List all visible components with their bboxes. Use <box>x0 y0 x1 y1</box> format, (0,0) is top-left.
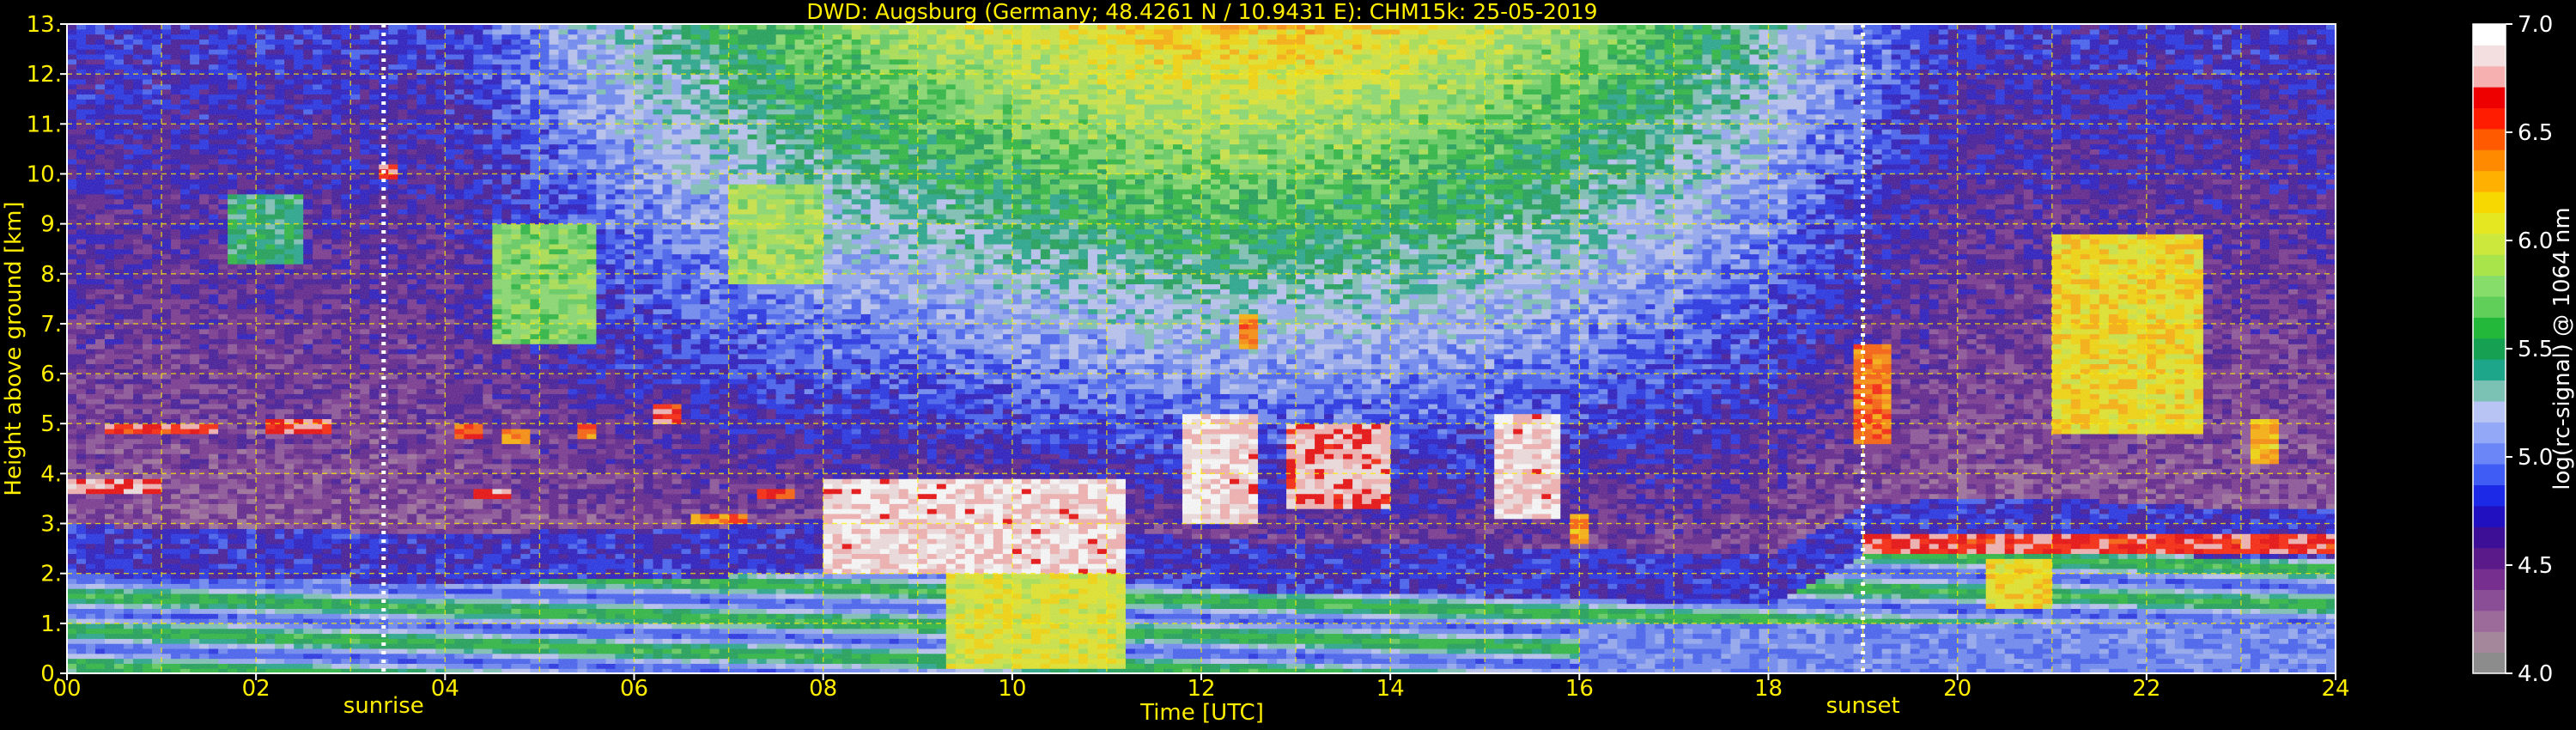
plot-area <box>67 24 2336 673</box>
ceilometer-figure: DWD: Augsburg (Germany; 48.4261 N / 10.9… <box>1 0 2575 726</box>
chart-title-text: DWD: Augsburg (Germany; 48.4261 N / 10.9… <box>806 0 1597 24</box>
chart-title: DWD: Augsburg (Germany; 48.4261 N / 10.9… <box>806 0 1597 24</box>
